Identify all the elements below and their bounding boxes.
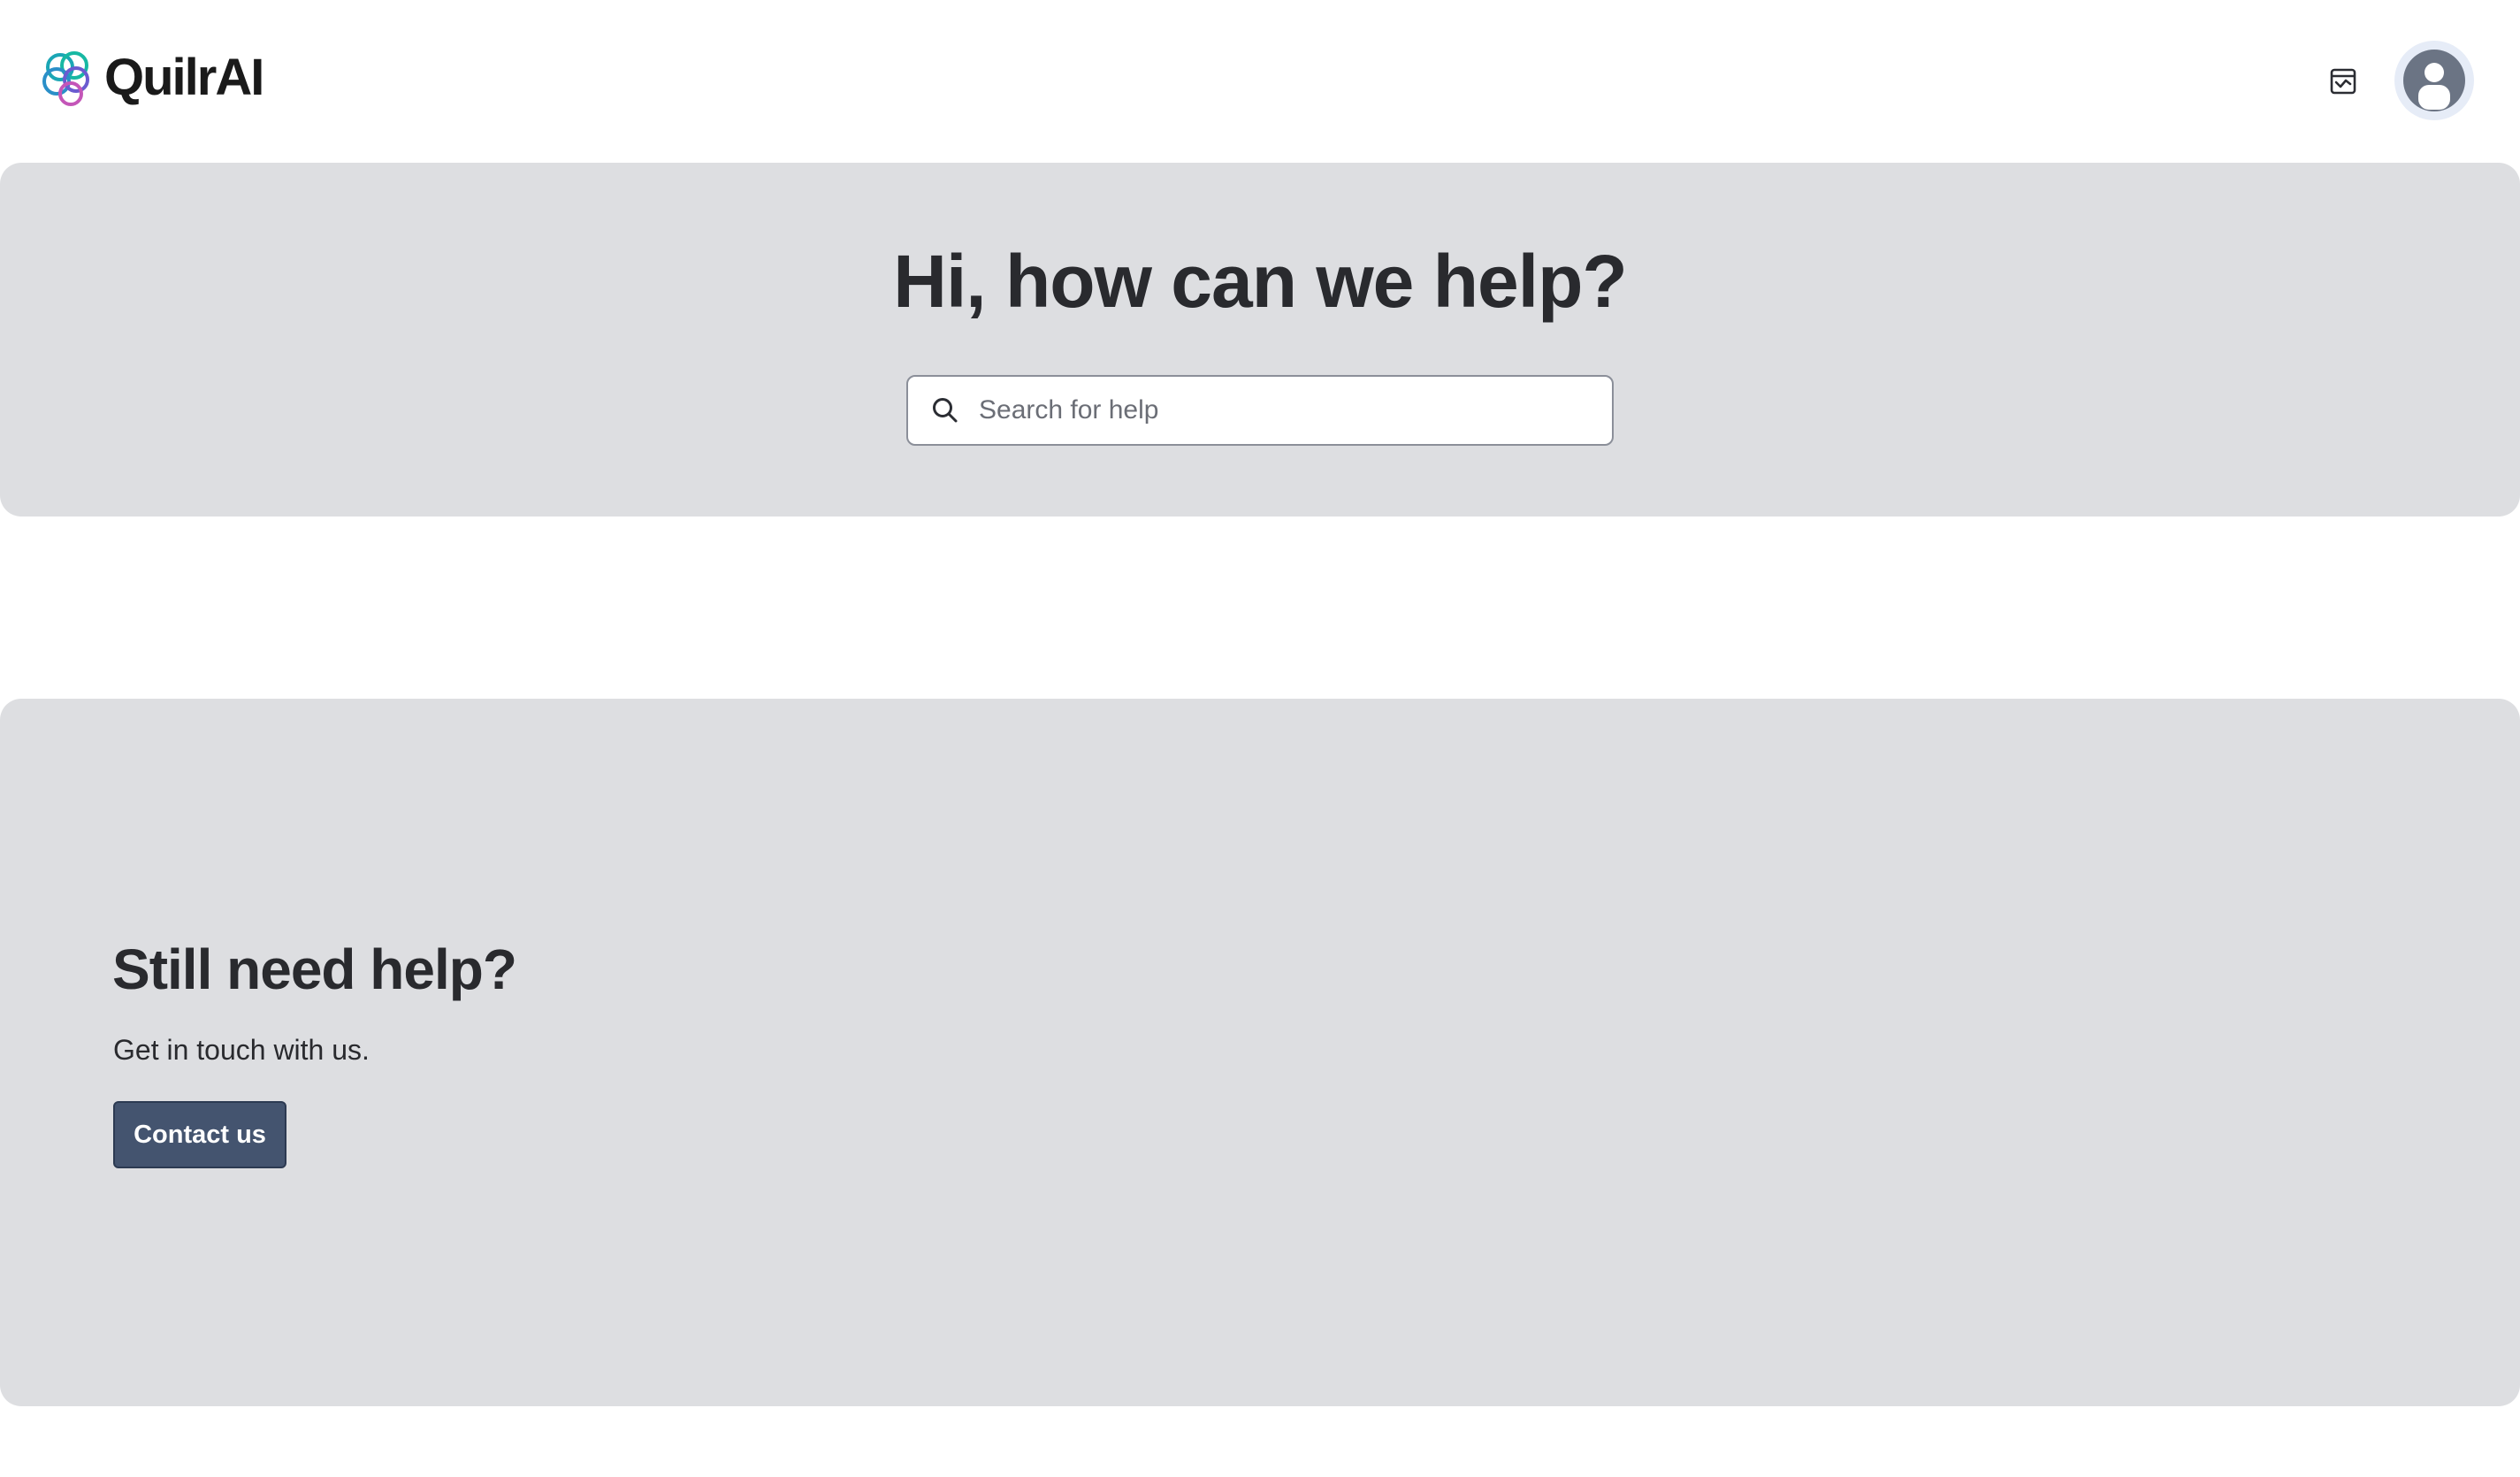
avatar xyxy=(2403,50,2465,111)
contact-us-button[interactable]: Contact us xyxy=(113,1101,286,1168)
hero-title: Hi, how can we help? xyxy=(893,240,1627,323)
support-subtitle: Get in touch with us. xyxy=(113,1034,370,1066)
inbox-button[interactable] xyxy=(2324,64,2363,99)
inbox-icon xyxy=(2330,68,2356,95)
search-input[interactable] xyxy=(977,384,1596,437)
quilrai-logo-icon xyxy=(42,51,89,106)
brand-name: QuilrAI xyxy=(104,49,264,106)
brand-logo-link[interactable]: QuilrAI xyxy=(41,46,264,110)
user-avatar-icon xyxy=(2418,63,2450,110)
top-bar: QuilrAI xyxy=(0,0,2520,163)
support-title: Still need help? xyxy=(112,937,517,1001)
support-section: Still need help? Get in touch with us. C… xyxy=(0,699,2520,1406)
search-icon xyxy=(929,394,961,426)
search-box[interactable] xyxy=(906,375,1614,446)
hero-section: Hi, how can we help? xyxy=(0,163,2520,517)
user-avatar-button[interactable] xyxy=(2394,41,2474,120)
